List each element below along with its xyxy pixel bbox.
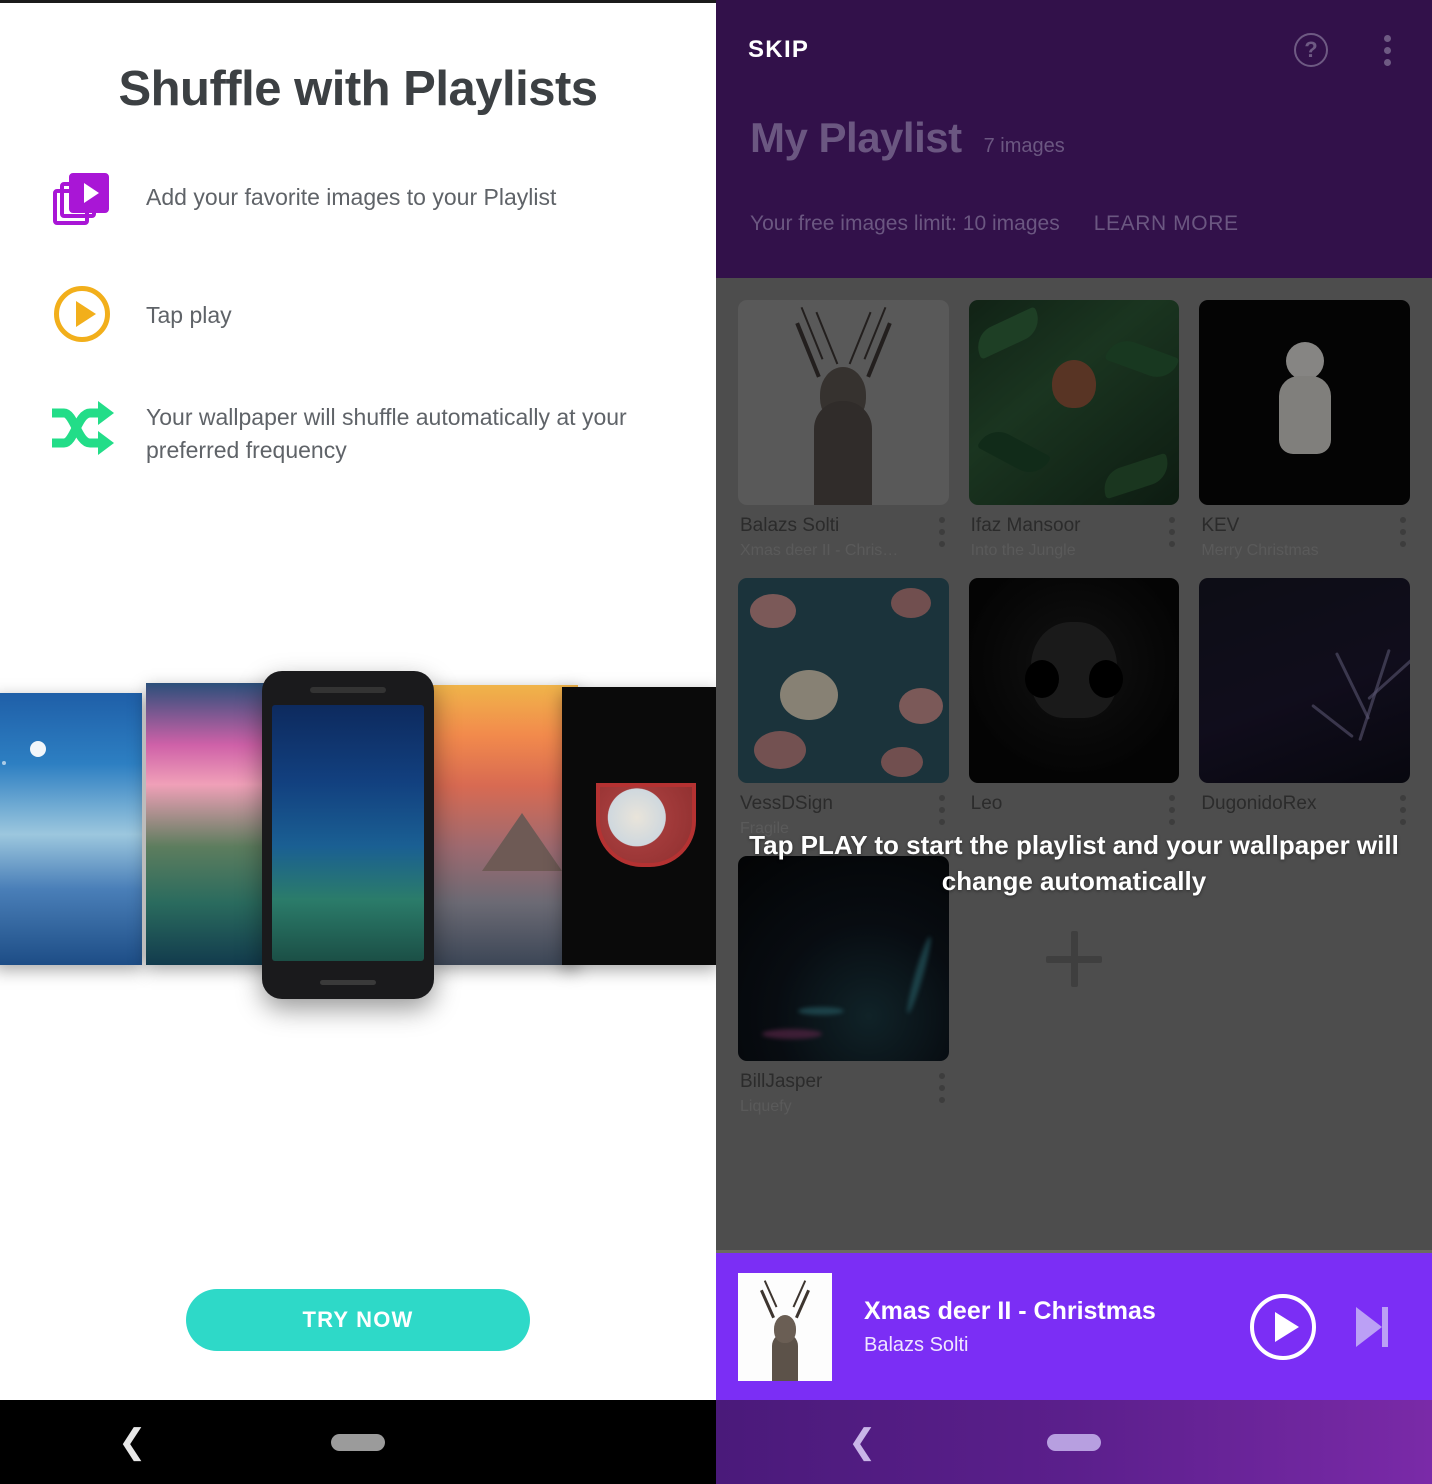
feature-row-playlist: Add your favorite images to your Playlis… bbox=[44, 169, 686, 231]
tile-more-vertical-icon[interactable] bbox=[1169, 517, 1176, 547]
tile-more-vertical-icon[interactable] bbox=[1400, 517, 1406, 547]
learn-more-button[interactable]: LEARN MORE bbox=[1094, 212, 1239, 236]
tile-thumbnail[interactable] bbox=[968, 300, 1180, 505]
playlist-topbar: SKIP ? bbox=[738, 0, 1410, 100]
right-system-navbar: ❮ bbox=[716, 1400, 1432, 1484]
carousel-wallpaper-4 bbox=[430, 685, 578, 965]
tile-more-vertical-icon[interactable] bbox=[1400, 795, 1406, 825]
tile-name: Into the Jungle bbox=[970, 542, 1076, 559]
playlist-tile[interactable]: Leo bbox=[968, 578, 1180, 844]
tile-more-vertical-icon[interactable] bbox=[1169, 795, 1176, 825]
player-info: Xmas deer II - Christmas Balazs Solti bbox=[832, 1297, 1250, 1357]
skip-next-icon bbox=[1356, 1306, 1382, 1347]
tile-thumbnail[interactable] bbox=[738, 578, 949, 783]
tile-thumbnail[interactable] bbox=[738, 856, 949, 1061]
shuffle-icon bbox=[52, 401, 114, 455]
home-pill-indicator[interactable] bbox=[1047, 1433, 1101, 1451]
tile-author: DugonidoRex bbox=[1201, 793, 1317, 814]
home-pill-indicator[interactable] bbox=[331, 1433, 385, 1451]
tile-more-vertical-icon[interactable] bbox=[938, 1073, 945, 1103]
carousel-wallpaper-1 bbox=[0, 693, 142, 965]
playlist-tile[interactable]: BillJasper Liquefy bbox=[738, 856, 949, 1122]
dual-screenshot-container: Shuffle with Playlists Add your favorite… bbox=[0, 0, 1432, 1484]
tile-author: BillJasper bbox=[740, 1071, 823, 1092]
tile-more-vertical-icon[interactable] bbox=[938, 517, 945, 547]
tile-author: VessDSign bbox=[740, 793, 833, 814]
add-image-tile[interactable] bbox=[969, 856, 1180, 1122]
feature-row-shuffle: Your wallpaper will shuffle automaticall… bbox=[44, 397, 686, 468]
play-icon bbox=[1274, 1311, 1299, 1342]
skip-button[interactable]: SKIP bbox=[738, 30, 819, 70]
playlist-tile[interactable]: KEV Merry Christmas bbox=[1199, 300, 1410, 566]
tile-author: Leo bbox=[970, 793, 1003, 814]
playlist-stack-icon-wrap bbox=[44, 169, 120, 231]
playlist-header: SKIP ? My Playlist 7 images Your free im… bbox=[716, 0, 1432, 278]
feature-text-shuffle: Your wallpaper will shuffle automaticall… bbox=[146, 404, 627, 464]
player-thumbnail[interactable] bbox=[738, 1272, 832, 1381]
tile-author: Ifaz Mansoor bbox=[970, 515, 1081, 536]
playlist-image-count: 7 images bbox=[983, 135, 1065, 157]
shuffle-icon-wrap bbox=[44, 397, 120, 459]
playlist-tile[interactable]: Ifaz Mansoor Into the Jungle bbox=[968, 300, 1180, 566]
tile-name: Liquefy bbox=[740, 1098, 792, 1115]
try-now-button[interactable]: TRY NOW bbox=[186, 1289, 530, 1351]
tile-author: Balazs Solti bbox=[740, 515, 840, 536]
free-limit-text: Your free images limit: 10 images bbox=[750, 212, 1060, 235]
player-title: Xmas deer II - Christmas bbox=[864, 1296, 1156, 1325]
free-limit-row: Your free images limit: 10 images LEARN … bbox=[738, 212, 1410, 236]
play-circle-icon bbox=[54, 286, 110, 342]
player-artist: Balazs Solti bbox=[864, 1333, 969, 1356]
feature-text-play: Tap play bbox=[146, 302, 232, 328]
left-system-navbar: ❮ bbox=[0, 1400, 716, 1484]
playlist-title-row: My Playlist 7 images bbox=[738, 114, 1410, 162]
playlist-grid: Balazs Solti Xmas deer II - Chris… Ifaz … bbox=[738, 300, 1410, 1122]
phone-mockup bbox=[262, 671, 434, 999]
playlist-tile[interactable]: VessDSign Fragile bbox=[738, 578, 949, 844]
feature-list: Add your favorite images to your Playlis… bbox=[0, 169, 716, 468]
tile-thumbnail[interactable] bbox=[738, 300, 949, 505]
page-title: Shuffle with Playlists bbox=[118, 62, 598, 116]
help-circle-icon[interactable]: ? bbox=[1294, 33, 1328, 67]
playlist-tile[interactable]: DugonidoRex bbox=[1199, 578, 1410, 844]
feature-text-playlist: Add your favorite images to your Playlis… bbox=[146, 184, 557, 210]
skip-next-button[interactable] bbox=[1356, 1306, 1388, 1347]
tile-thumbnail[interactable] bbox=[1199, 578, 1410, 783]
tile-name: Xmas deer II - Chris… bbox=[740, 542, 899, 559]
wallpaper-carousel bbox=[0, 671, 716, 1001]
cta-container: TRY NOW bbox=[0, 1289, 716, 1351]
player-bar: Xmas deer II - Christmas Balazs Solti bbox=[716, 1250, 1432, 1400]
playlist-title: My Playlist bbox=[750, 114, 962, 161]
feature-row-play: Tap play bbox=[44, 283, 686, 345]
playlist-grid-area: Balazs Solti Xmas deer II - Chris… Ifaz … bbox=[716, 278, 1432, 1484]
tile-name: Fragile bbox=[740, 820, 789, 837]
playlist-stack-icon bbox=[53, 173, 111, 227]
tile-name: Merry Christmas bbox=[1201, 542, 1319, 559]
playlist-screen: SKIP ? My Playlist 7 images Your free im… bbox=[716, 0, 1432, 1484]
tile-more-vertical-icon[interactable] bbox=[938, 795, 945, 825]
plus-icon[interactable] bbox=[1045, 930, 1102, 987]
tile-thumbnail[interactable] bbox=[1199, 300, 1410, 505]
carousel-wallpaper-5 bbox=[562, 687, 716, 965]
onboarding-screen: Shuffle with Playlists Add your favorite… bbox=[0, 0, 716, 1484]
more-vertical-icon[interactable] bbox=[1384, 34, 1392, 66]
tile-author: KEV bbox=[1201, 515, 1240, 536]
play-circle-icon-wrap bbox=[44, 283, 120, 345]
tile-thumbnail[interactable] bbox=[968, 578, 1180, 783]
back-chevron-icon[interactable]: ❮ bbox=[118, 1425, 147, 1459]
back-chevron-icon[interactable]: ❮ bbox=[848, 1425, 877, 1459]
playlist-tile[interactable]: Balazs Solti Xmas deer II - Chris… bbox=[738, 300, 949, 566]
play-button[interactable] bbox=[1250, 1293, 1316, 1360]
